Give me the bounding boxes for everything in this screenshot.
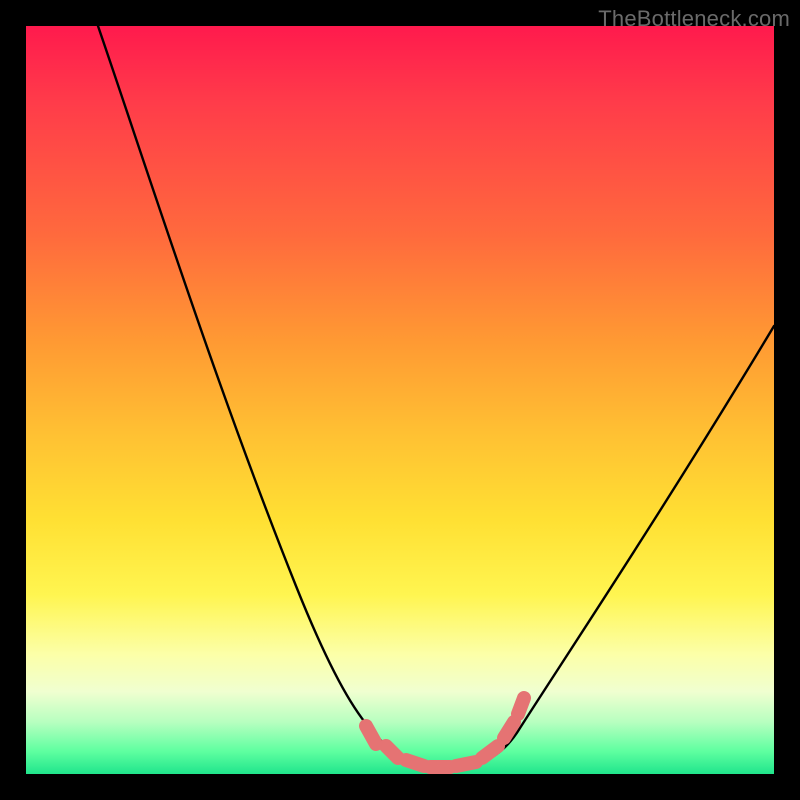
chart-frame: TheBottleneck.com [0,0,800,800]
bottleneck-curve-svg [26,26,774,774]
highlight-markers [366,698,524,767]
bottleneck-curve [98,26,774,767]
plot-area [26,26,774,774]
